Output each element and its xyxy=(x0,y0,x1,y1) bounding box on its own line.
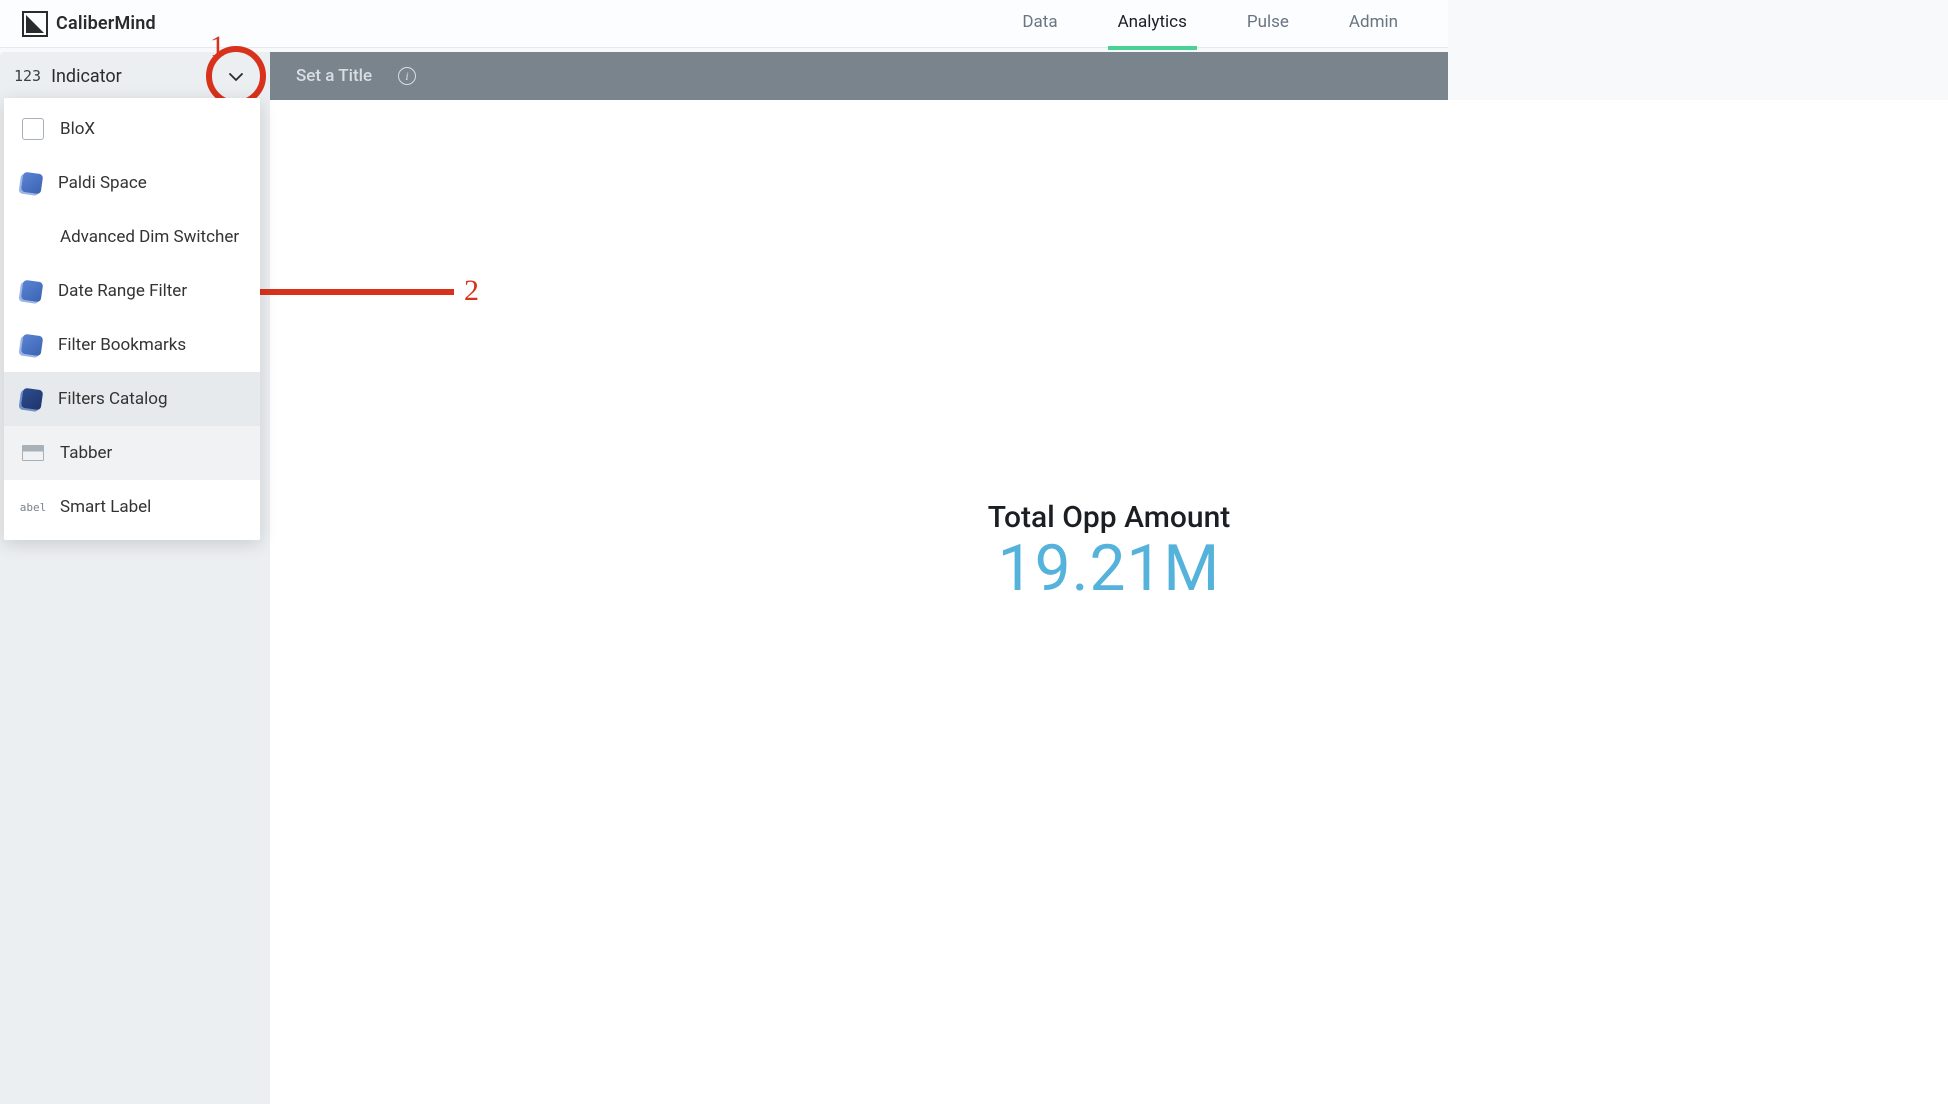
tabber-icon xyxy=(22,445,44,461)
dropdown-item-advanced-dim-switcher[interactable]: Advanced Dim Switcher xyxy=(4,210,260,264)
spacer-icon xyxy=(22,226,44,248)
nav-admin[interactable]: Admin xyxy=(1349,0,1398,48)
annotation-step-1: 1 xyxy=(210,30,225,64)
dropdown-item-label: Advanced Dim Switcher xyxy=(60,227,242,247)
nav-analytics[interactable]: Analytics xyxy=(1118,0,1187,48)
brand-logo-icon xyxy=(22,11,48,37)
widget-icon xyxy=(21,172,44,195)
brand-name: CaliberMind xyxy=(56,13,156,34)
widget-icon xyxy=(21,334,44,357)
dropdown-item-filter-bookmarks[interactable]: Filter Bookmarks xyxy=(4,318,260,372)
dropdown-item-label: Filters Catalog xyxy=(58,389,242,409)
indicator-kpi: Total Opp Amount 19.21M xyxy=(988,500,1231,601)
chevron-down-icon xyxy=(229,67,243,86)
dropdown-item-label: BloX xyxy=(60,119,242,139)
widget-type-label: Indicator xyxy=(51,66,206,87)
dropdown-item-paldi-space[interactable]: Paldi Space xyxy=(4,156,260,210)
widget-icon xyxy=(21,280,44,303)
dropdown-item-label: Date Range Filter xyxy=(58,281,242,301)
indicator-prefix-icon: 123 xyxy=(14,67,41,85)
dropdown-item-label: Smart Label xyxy=(60,497,242,517)
widget-type-dropdown: BloX Paldi Space Advanced Dim Switcher D… xyxy=(4,98,260,540)
annotation-step-2: 2 xyxy=(464,274,479,308)
nav-data[interactable]: Data xyxy=(1022,0,1057,48)
widget-title-bar: Set a Title i xyxy=(270,52,1448,100)
dropdown-item-date-range-filter[interactable]: Date Range Filter xyxy=(4,264,260,318)
widget-icon xyxy=(21,388,44,411)
top-nav: Data Analytics Pulse Admin xyxy=(1022,0,1418,48)
widget-type-selector[interactable]: 123 Indicator xyxy=(0,52,270,100)
blox-icon xyxy=(22,118,44,140)
dropdown-item-smart-label[interactable]: abel Smart Label xyxy=(4,480,260,534)
dropdown-item-blox[interactable]: BloX xyxy=(4,102,260,156)
dropdown-item-label: Filter Bookmarks xyxy=(58,335,242,355)
dropdown-item-filters-catalog[interactable]: Filters Catalog xyxy=(4,372,260,426)
dropdown-item-label: Paldi Space xyxy=(58,173,242,193)
kpi-title: Total Opp Amount xyxy=(988,500,1231,535)
kpi-value: 19.21M xyxy=(988,537,1231,601)
info-icon[interactable]: i xyxy=(398,67,416,85)
dropdown-item-tabber[interactable]: Tabber xyxy=(4,426,260,480)
dropdown-item-label: Tabber xyxy=(60,443,242,463)
nav-pulse[interactable]: Pulse xyxy=(1247,0,1289,48)
label-icon: abel xyxy=(22,496,44,518)
set-title-placeholder[interactable]: Set a Title xyxy=(296,66,372,86)
widget-canvas: Total Opp Amount 19.21M xyxy=(270,100,1948,1104)
brand: CaliberMind xyxy=(22,11,156,37)
